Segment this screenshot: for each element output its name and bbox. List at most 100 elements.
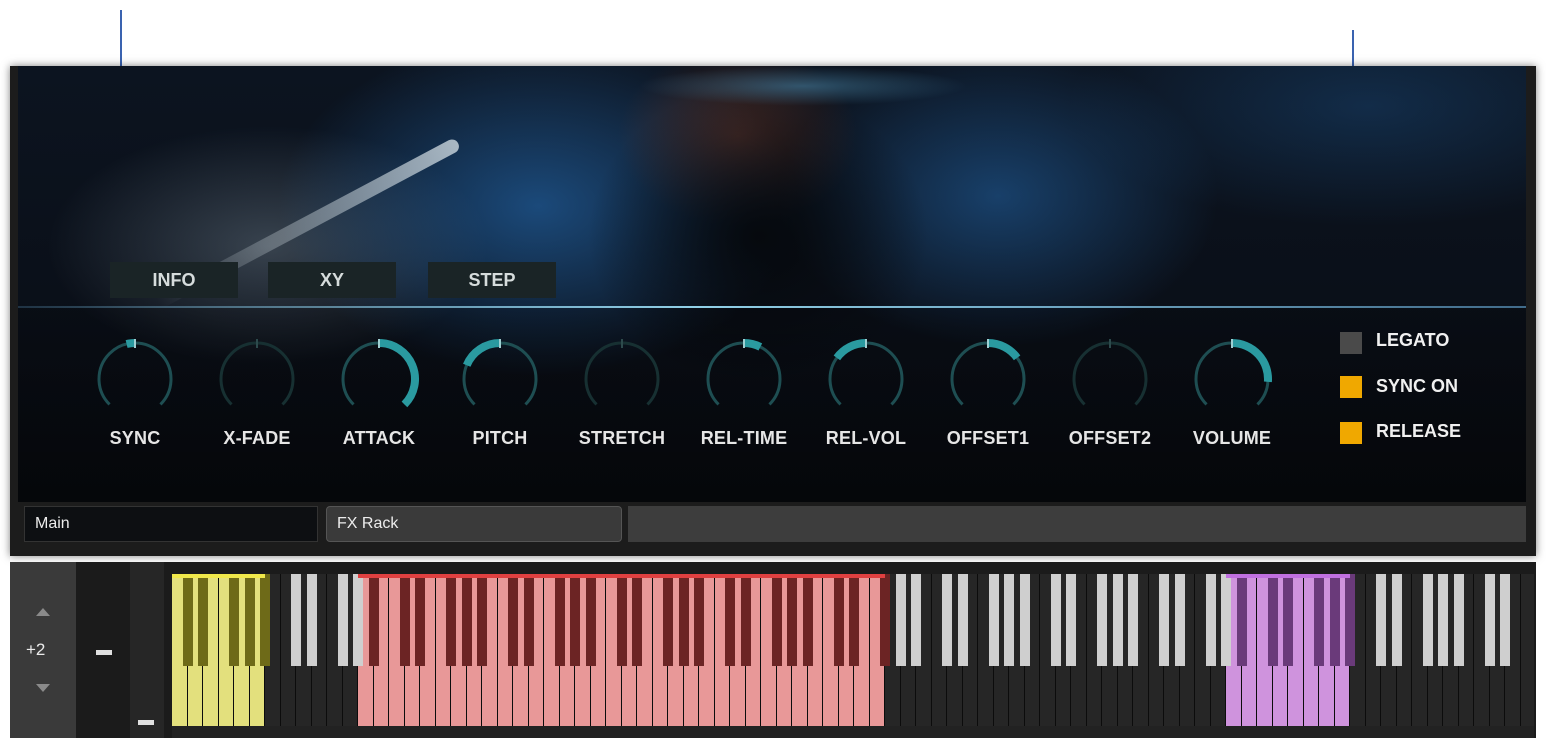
knob-pitch[interactable] xyxy=(455,334,545,424)
key-zone-marker xyxy=(358,574,885,578)
tab-main[interactable]: Main xyxy=(24,506,318,542)
black-key[interactable] xyxy=(291,574,301,666)
sync-on-label: SYNC ON xyxy=(1376,376,1459,396)
black-key[interactable] xyxy=(1050,574,1061,666)
black-key[interactable] xyxy=(771,574,782,666)
black-key[interactable] xyxy=(988,574,999,666)
sync-on-checkbox[interactable] xyxy=(1340,376,1362,398)
black-key[interactable] xyxy=(694,574,704,666)
black-key[interactable] xyxy=(911,574,921,666)
black-key[interactable] xyxy=(260,574,270,666)
black-key[interactable] xyxy=(1376,574,1386,666)
black-key[interactable] xyxy=(353,574,363,666)
release-checkbox[interactable] xyxy=(1340,422,1362,444)
black-key[interactable] xyxy=(337,574,348,666)
black-key[interactable] xyxy=(477,574,487,666)
black-key[interactable] xyxy=(895,574,906,666)
tab-step[interactable]: STEP xyxy=(428,262,556,298)
artwork-hat xyxy=(638,66,968,106)
black-key[interactable] xyxy=(554,574,565,666)
black-key[interactable] xyxy=(1329,574,1340,666)
black-key[interactable] xyxy=(229,574,239,666)
instrument-panel: INFO XY STEP SYNC X-FADE ATTACK PITCH STRETC… xyxy=(10,66,1536,556)
octave-up-icon[interactable] xyxy=(36,608,50,616)
knob-stretch[interactable] xyxy=(577,334,667,424)
legato-checkbox[interactable] xyxy=(1340,332,1362,354)
white-key[interactable] xyxy=(1520,574,1534,726)
keyboard-panel: +2 xyxy=(10,562,1536,738)
black-key[interactable] xyxy=(1391,574,1402,666)
knob-rel-time[interactable] xyxy=(699,334,789,424)
black-key[interactable] xyxy=(461,574,472,666)
black-key[interactable] xyxy=(1345,574,1355,666)
tab-info[interactable]: INFO xyxy=(110,262,238,298)
black-key[interactable] xyxy=(787,574,797,666)
knob-x-fade[interactable] xyxy=(212,334,302,424)
tab-xy[interactable]: XY xyxy=(268,262,396,298)
black-key[interactable] xyxy=(725,574,735,666)
black-key[interactable] xyxy=(616,574,627,666)
knob-label: OFFSET2 xyxy=(1068,428,1152,448)
black-key[interactable] xyxy=(585,574,596,666)
black-key[interactable] xyxy=(880,574,890,666)
black-key[interactable] xyxy=(1500,574,1510,666)
knob-offset1[interactable] xyxy=(943,334,1033,424)
black-key[interactable] xyxy=(1484,574,1495,666)
black-key[interactable] xyxy=(368,574,379,666)
knob-sync[interactable] xyxy=(90,334,180,424)
black-key[interactable] xyxy=(1019,574,1030,666)
black-key[interactable] xyxy=(1221,574,1231,666)
black-key[interactable] xyxy=(942,574,952,666)
black-key[interactable] xyxy=(1159,574,1169,666)
black-key[interactable] xyxy=(399,574,410,666)
key-zone-marker xyxy=(1226,574,1350,578)
black-key[interactable] xyxy=(1283,574,1293,666)
black-key[interactable] xyxy=(802,574,813,666)
black-key[interactable] xyxy=(1097,574,1107,666)
black-key[interactable] xyxy=(678,574,689,666)
black-key[interactable] xyxy=(570,574,580,666)
black-key[interactable] xyxy=(446,574,456,666)
knob-label: ATTACK xyxy=(342,428,416,448)
mod-handle[interactable] xyxy=(138,720,154,725)
black-key[interactable] xyxy=(1236,574,1247,666)
black-key[interactable] xyxy=(740,574,751,666)
black-key[interactable] xyxy=(1267,574,1278,666)
subtab-bar-fill xyxy=(628,506,1526,542)
knob-label: PITCH xyxy=(472,428,528,448)
black-key[interactable] xyxy=(1066,574,1076,666)
black-key[interactable] xyxy=(1422,574,1433,666)
pitch-handle[interactable] xyxy=(96,650,112,655)
knob-label: OFFSET1 xyxy=(946,428,1030,448)
black-key[interactable] xyxy=(415,574,425,666)
black-key[interactable] xyxy=(663,574,673,666)
knob-label: SYNC xyxy=(109,428,161,448)
black-key[interactable] xyxy=(1453,574,1464,666)
legato-label: LEGATO xyxy=(1376,330,1450,350)
octave-down-icon[interactable] xyxy=(36,684,50,692)
black-key[interactable] xyxy=(849,574,859,666)
black-key[interactable] xyxy=(1174,574,1185,666)
knob-attack[interactable] xyxy=(334,334,424,424)
black-key[interactable] xyxy=(957,574,968,666)
black-key[interactable] xyxy=(1112,574,1123,666)
tab-fx-rack[interactable]: FX Rack xyxy=(326,506,622,542)
black-key[interactable] xyxy=(632,574,642,666)
black-key[interactable] xyxy=(833,574,844,666)
black-key[interactable] xyxy=(1004,574,1014,666)
knob-offset2[interactable] xyxy=(1065,334,1155,424)
black-key[interactable] xyxy=(306,574,317,666)
black-key[interactable] xyxy=(1205,574,1216,666)
piano-keys[interactable] xyxy=(172,574,1534,738)
black-key[interactable] xyxy=(1128,574,1138,666)
knob-rel-vol[interactable] xyxy=(821,334,911,424)
octave-value: +2 xyxy=(26,640,46,659)
black-key[interactable] xyxy=(1314,574,1324,666)
black-key[interactable] xyxy=(1438,574,1448,666)
black-key[interactable] xyxy=(508,574,518,666)
black-key[interactable] xyxy=(244,574,255,666)
black-key[interactable] xyxy=(182,574,193,666)
knob-volume[interactable] xyxy=(1187,334,1277,424)
black-key[interactable] xyxy=(198,574,208,666)
black-key[interactable] xyxy=(523,574,534,666)
